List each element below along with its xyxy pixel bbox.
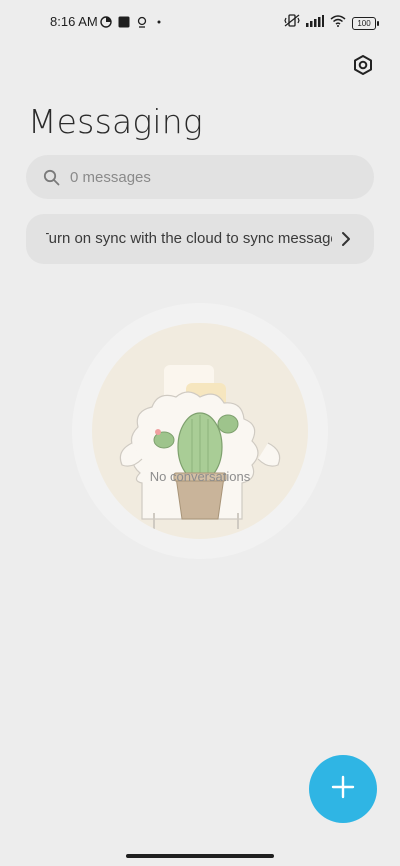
status-left-icons bbox=[100, 15, 164, 33]
sync-banner-text: Turn on sync with the cloud to sync mess… bbox=[46, 230, 332, 247]
search-icon bbox=[42, 168, 60, 186]
chevron-right-icon bbox=[338, 231, 354, 247]
sync-text-wrap: Turn on sync with the cloud to sync mess… bbox=[46, 230, 332, 248]
empty-state-label: No conversations bbox=[149, 469, 251, 484]
empty-state-illustration bbox=[92, 323, 308, 539]
page-title: Messaging bbox=[28, 102, 203, 141]
search-input[interactable]: 0 messages bbox=[26, 155, 374, 199]
sheep-cactus-illustration bbox=[119, 365, 281, 529]
status-right-icons: 100 bbox=[284, 14, 379, 32]
wifi-icon bbox=[330, 14, 346, 32]
search-placeholder: 0 messages bbox=[70, 168, 151, 186]
plus-icon bbox=[331, 775, 355, 804]
status-time: 8:16 AM bbox=[50, 14, 98, 29]
settings-button[interactable] bbox=[350, 54, 376, 80]
battery-icon: 100 bbox=[352, 16, 379, 30]
home-indicator[interactable] bbox=[126, 854, 274, 858]
dot-icon bbox=[154, 15, 164, 33]
app-square-icon bbox=[118, 15, 130, 33]
data-saver-icon bbox=[100, 15, 112, 33]
settings-hexagon-icon bbox=[352, 54, 374, 81]
vibrate-icon bbox=[284, 14, 300, 32]
status-bar: 8:16 AM 100 bbox=[0, 0, 400, 44]
signal-icon bbox=[306, 14, 324, 32]
location-pin-icon bbox=[136, 15, 148, 33]
new-message-button[interactable] bbox=[309, 755, 377, 823]
sync-banner[interactable]: Turn on sync with the cloud to sync mess… bbox=[26, 214, 374, 264]
